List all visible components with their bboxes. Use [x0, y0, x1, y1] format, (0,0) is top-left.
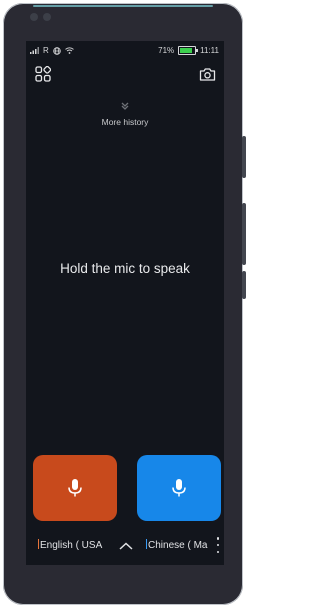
- camera-icon: [199, 67, 215, 81]
- source-language-selector[interactable]: English ( USA: [38, 539, 104, 551]
- apps-grid-button[interactable]: [32, 63, 54, 85]
- camera-sensor: [30, 13, 38, 21]
- grid-apps-icon: [35, 66, 51, 82]
- wifi-icon: [65, 47, 74, 54]
- more-history-label: More history: [101, 117, 149, 127]
- speak-hint: Hold the mic to speak: [60, 261, 190, 276]
- app-screen: R 71% 11:11 More history Hold the mic to…: [26, 41, 224, 565]
- battery-percent: 71%: [158, 46, 175, 55]
- clock: 11:11: [200, 46, 219, 55]
- signal-icon: [30, 47, 39, 54]
- mic-button-left[interactable]: [33, 455, 117, 521]
- device-frame: R 71% 11:11 More history Hold the mic to…: [3, 3, 246, 605]
- target-language-label: Chinese ( Ma: [148, 540, 208, 551]
- target-language-selector[interactable]: Chinese ( Ma: [146, 539, 212, 551]
- side-key[interactable]: [242, 271, 246, 299]
- language-selector-row: English ( USA Chinese ( Ma: [26, 537, 224, 555]
- microphone-icon: [68, 479, 82, 497]
- source-language-label: English ( USA: [40, 540, 103, 551]
- roaming-indicator: R: [43, 46, 49, 55]
- microphone-icon: [172, 479, 186, 497]
- language-marker: [38, 539, 39, 549]
- language-marker: [146, 539, 147, 549]
- proximity-sensor: [43, 13, 51, 21]
- more-options-icon[interactable]: [214, 537, 222, 553]
- chevron-up-icon[interactable]: [118, 540, 134, 552]
- globe-icon: [53, 46, 61, 55]
- status-bar: R 71% 11:11: [26, 41, 224, 59]
- volume-button[interactable]: [242, 203, 246, 265]
- chevron-down-icon: [121, 102, 129, 110]
- device-accent: [33, 5, 213, 7]
- camera-button[interactable]: [196, 63, 218, 85]
- battery-icon: [178, 46, 199, 55]
- more-history-button[interactable]: More history: [26, 101, 224, 127]
- power-button[interactable]: [242, 136, 246, 178]
- mic-button-right[interactable]: [137, 455, 221, 521]
